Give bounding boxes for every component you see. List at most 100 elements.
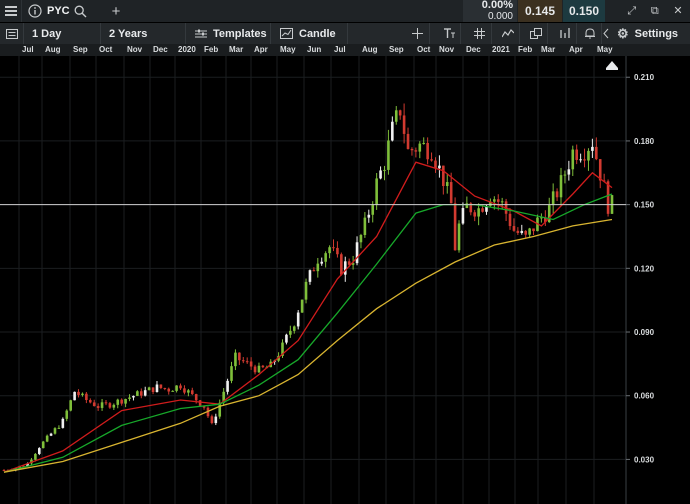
candle-body	[418, 143, 422, 152]
candle-body	[69, 400, 72, 411]
symbol-code[interactable]: PYC	[47, 5, 70, 17]
symbol-selector[interactable]: PYC	[28, 0, 102, 22]
price-chart[interactable]: 0.210 0.180 0.150 0.120 0.090 0.060 0.030	[0, 56, 690, 504]
candle-body	[516, 230, 520, 233]
candle-body	[442, 165, 445, 187]
y-tick-label: 0.030	[634, 455, 655, 464]
candle-body	[253, 366, 257, 373]
candle-body	[591, 146, 594, 151]
candle-body	[187, 390, 190, 393]
candle-body	[124, 398, 127, 404]
candle-body	[508, 213, 512, 227]
candle-body	[575, 149, 578, 160]
chart-toolbar: 1 Day 2 Years Templates Candle ⚙ Setting…	[0, 23, 690, 44]
studies-icon	[501, 29, 514, 38]
candle-body	[104, 402, 108, 404]
candle-body	[128, 397, 131, 399]
candle-body	[394, 110, 398, 122]
interval-select[interactable]: 1 Day	[25, 23, 101, 44]
alerts-icon	[584, 28, 595, 39]
info-icon[interactable]	[28, 4, 42, 18]
bid-price-button[interactable]: 0.145	[518, 0, 562, 22]
candle-body	[524, 230, 528, 235]
candle-body	[116, 399, 120, 405]
panel-toggle-button[interactable]	[0, 23, 24, 44]
candle-body	[198, 400, 202, 406]
candle-body	[587, 150, 590, 161]
range-label: 2 Years	[109, 27, 148, 40]
candle-body	[430, 159, 433, 161]
candle-body	[453, 203, 457, 251]
text-icon	[443, 28, 455, 38]
candle-body	[210, 416, 214, 424]
candle-body	[316, 263, 320, 272]
candle-body	[304, 281, 308, 300]
detach-icon[interactable]: ⧉	[651, 5, 659, 17]
alerts-button[interactable]	[578, 23, 602, 44]
x-tick-label: 2021	[492, 45, 510, 54]
candle-body	[367, 214, 371, 218]
candle-body	[289, 330, 292, 335]
trade-button[interactable]	[553, 23, 577, 44]
time-axis: Jul Aug Sep Oct Nov Dec 2020 Feb Mar Apr May Jun Jul…	[0, 44, 690, 56]
close-icon[interactable]: ✕	[673, 5, 682, 17]
candle-body	[49, 433, 53, 436]
templates-label: Templates	[213, 27, 267, 40]
candle-body	[194, 394, 198, 401]
candle-body	[285, 334, 288, 343]
candle-body	[477, 208, 480, 217]
expand-icon[interactable]: ⤢	[627, 5, 636, 17]
x-tick-label: Aug	[45, 45, 61, 54]
candle-body	[555, 191, 559, 198]
grid-button[interactable]	[468, 23, 492, 44]
range-select[interactable]: 2 Years	[102, 23, 186, 44]
candle-body	[41, 441, 45, 449]
candle-body	[190, 390, 194, 395]
candle-body	[391, 121, 394, 141]
candle-body	[308, 270, 312, 282]
chart-type-button[interactable]: Candle	[272, 23, 348, 44]
crosshair-button[interactable]	[406, 23, 430, 44]
x-tick-label: Oct	[417, 45, 431, 54]
candle-body	[61, 418, 65, 428]
y-tick-label: 0.090	[634, 328, 655, 337]
x-tick-label: Nov	[127, 45, 143, 54]
candle-body	[426, 142, 429, 160]
candle-body	[422, 142, 426, 144]
x-tick-label: Nov	[439, 45, 455, 54]
candle-body	[234, 352, 237, 367]
settings-button[interactable]: ⚙ Settings	[609, 23, 690, 44]
change-value: 0.000	[487, 11, 513, 22]
candle-body	[387, 140, 390, 170]
candle-body	[85, 393, 88, 400]
search-icon[interactable]	[74, 5, 87, 18]
candle-body	[245, 361, 249, 363]
candle-body	[512, 226, 516, 231]
x-tick-label: May	[597, 45, 613, 54]
candle-body	[38, 448, 41, 454]
x-tick-label: 2020	[178, 45, 196, 54]
candle-body	[296, 312, 300, 327]
x-tick-label: Oct	[99, 45, 113, 54]
candle-body	[532, 228, 535, 232]
candle-body	[167, 388, 171, 392]
candle-body	[120, 399, 123, 404]
add-tab-button[interactable]: +	[104, 0, 128, 22]
crosshair-icon	[412, 28, 423, 39]
x-tick-label: Dec	[153, 45, 168, 54]
ask-price-button[interactable]: 0.150	[563, 0, 605, 22]
candle-body	[567, 169, 571, 175]
windows-button[interactable]	[524, 23, 548, 44]
candle-body	[300, 299, 304, 313]
x-tick-label: Jul	[22, 45, 34, 54]
candle-body	[355, 242, 359, 264]
text-tool-button[interactable]	[437, 23, 461, 44]
x-tick-label: Dec	[466, 45, 481, 54]
trade-icon	[559, 28, 570, 38]
studies-button[interactable]	[496, 23, 520, 44]
x-tick-label: Sep	[73, 45, 88, 54]
menu-button[interactable]	[0, 0, 22, 22]
x-tick-label: Mar	[541, 45, 556, 54]
templates-button[interactable]: Templates	[187, 23, 271, 44]
candle-body	[73, 391, 76, 401]
